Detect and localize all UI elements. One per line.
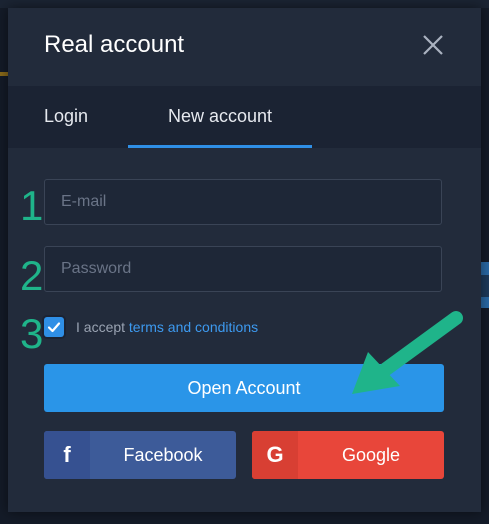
password-field[interactable] [44, 246, 442, 292]
tab-new-account[interactable]: New account [128, 86, 312, 148]
real-account-modal: Real account Login New account I accept … [8, 8, 481, 512]
modal-header: Real account [8, 8, 481, 86]
annotation-step-1: 1 [20, 182, 44, 229]
background-top-strip [0, 0, 489, 8]
google-icon: G [252, 431, 298, 479]
facebook-button[interactable]: f Facebook [44, 431, 236, 479]
terms-link[interactable]: terms and conditions [129, 319, 258, 335]
google-label: Google [341, 445, 401, 465]
modal-title: Real account [44, 31, 185, 58]
annotation-arrow-icon [352, 311, 463, 394]
accept-terms-checkbox[interactable] [44, 317, 64, 337]
accept-terms-label: I accept terms and conditions [76, 319, 258, 335]
facebook-icon: f [44, 431, 90, 479]
close-icon [423, 35, 443, 55]
google-button[interactable]: G Google [252, 431, 444, 479]
checkmark-icon [47, 322, 61, 333]
active-tab-indicator [128, 145, 312, 148]
tab-login[interactable]: Login [44, 86, 94, 148]
annotation-step-2: 2 [20, 252, 44, 299]
accept-prefix: I accept [76, 319, 129, 335]
tab-bar: Login New account [8, 86, 481, 148]
facebook-label: Facebook [123, 445, 203, 465]
email-field[interactable] [44, 179, 442, 225]
close-button[interactable] [420, 32, 446, 58]
background-marker [0, 72, 8, 76]
annotation-step-3: 3 [20, 310, 44, 357]
